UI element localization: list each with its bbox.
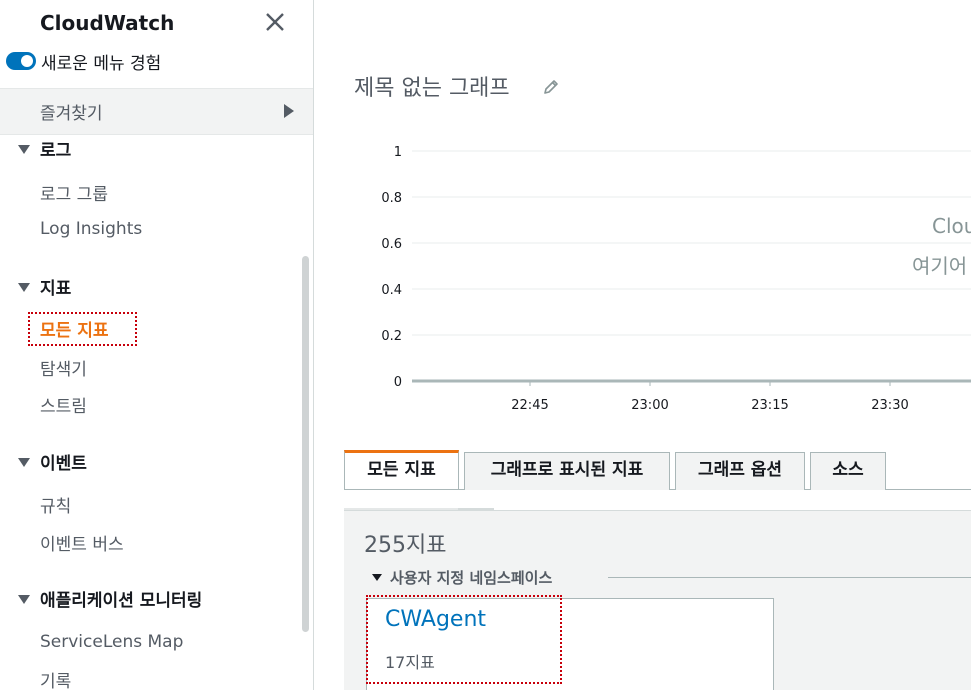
sidebar-item-traces[interactable]: 기록 — [40, 667, 71, 690]
all-metrics-panel: 255지표 사용자 지정 네임스페이스 CWAgent 17지표 — [344, 510, 971, 690]
namespace-section-toggle[interactable]: 사용자 지정 네임스페이스 — [372, 567, 552, 588]
tab-graph-options[interactable]: 그래프 옵션 — [675, 452, 805, 490]
namespace-heading: 사용자 지정 네임스페이스 — [390, 569, 553, 587]
new-menu-toggle[interactable] — [6, 52, 36, 70]
caret-down-icon — [18, 283, 30, 292]
sidebar-item-servicelens-map[interactable]: ServiceLens Map — [40, 632, 183, 652]
x-tick-label: 23:15 — [751, 398, 788, 413]
chart-empty-message-line2: 여기어 — [912, 254, 968, 278]
sidebar-title: CloudWatch — [40, 11, 175, 35]
chart-empty-message-line1: Clou — [932, 214, 971, 238]
sidebar-scrollbar[interactable] — [302, 256, 309, 632]
nav-section-metrics[interactable]: 지표 — [18, 274, 71, 299]
nav-section-app-monitoring[interactable]: 애플리케이션 모니터링 — [18, 586, 202, 611]
nav-section-label: 애플리케이션 모니터링 — [40, 591, 203, 611]
sidebar-item-rules[interactable]: 규칙 — [40, 492, 71, 517]
caret-down-icon — [18, 458, 30, 467]
caret-down-icon — [372, 574, 382, 581]
metrics-chart: 1 0.8 0.6 0.4 0.2 0 22:45 23:00 23:15 23:30 — [381, 145, 971, 413]
sidebar-item-all-metrics[interactable]: 모든 지표 — [40, 316, 108, 341]
namespace-divider — [608, 577, 971, 578]
y-tick-label: 0.8 — [381, 191, 402, 206]
namespace-card-highlight — [366, 595, 562, 684]
tab-graphed-metrics[interactable]: 그래프로 표시된 지표 — [464, 452, 670, 490]
tab-all-metrics[interactable]: 모든 지표 — [344, 450, 459, 489]
tab-source[interactable]: 소스 — [810, 452, 886, 490]
x-tick-label: 23:30 — [871, 398, 908, 413]
pencil-icon[interactable] — [542, 78, 560, 96]
main-content: 제목 없는 그래프 1 0.8 0.6 0.4 0.2 0 22:45 23:00 23:15 2… — [314, 0, 971, 690]
close-icon[interactable] — [262, 9, 288, 35]
sidebar-item-streams[interactable]: 스트림 — [40, 392, 87, 417]
metrics-count: 255지표 — [364, 533, 447, 558]
sidebar-item-explorer[interactable]: 탐색기 — [40, 355, 87, 380]
nav-section-label: 이벤트 — [40, 454, 87, 474]
nav-section-logs[interactable]: 로그 — [18, 136, 71, 161]
nav-section-events[interactable]: 이벤트 — [18, 449, 87, 474]
sidebar-item-event-buses[interactable]: 이벤트 버스 — [40, 530, 124, 555]
metrics-tabs: 모든 지표 그래프로 표시된 지표 그래프 옵션 소스 — [344, 450, 971, 490]
y-tick-label: 0 — [394, 375, 402, 390]
graph-title: 제목 없는 그래프 — [354, 76, 510, 101]
caret-down-icon — [18, 595, 30, 604]
caret-down-icon — [18, 145, 30, 154]
nav-section-label: 지표 — [40, 279, 72, 299]
sidebar: CloudWatch 새로운 메뉴 경험 즐겨찾기 로그 로그 그룹 Log I… — [0, 0, 314, 690]
x-tick-label: 22:45 — [511, 398, 548, 413]
sidebar-item-log-groups[interactable]: 로그 그룹 — [40, 180, 108, 205]
favorites-row[interactable]: 즐겨찾기 — [0, 88, 313, 135]
y-tick-label: 0.4 — [381, 283, 402, 298]
x-tick-label: 23:00 — [631, 398, 668, 413]
y-tick-label: 0.6 — [381, 237, 402, 252]
y-tick-label: 1 — [394, 145, 402, 160]
nav-section-label: 로그 — [40, 141, 72, 161]
sidebar-item-log-insights[interactable]: Log Insights — [40, 219, 142, 239]
favorites-label: 즐겨찾기 — [40, 104, 103, 124]
caret-right-icon — [284, 104, 294, 118]
panel-header-strip — [344, 490, 971, 512]
cloudwatch-page: CloudWatch 새로운 메뉴 경험 즐겨찾기 로그 로그 그룹 Log I… — [0, 0, 971, 690]
new-menu-toggle-label: 새로운 메뉴 경험 — [41, 54, 162, 74]
y-tick-label: 0.2 — [381, 329, 402, 344]
